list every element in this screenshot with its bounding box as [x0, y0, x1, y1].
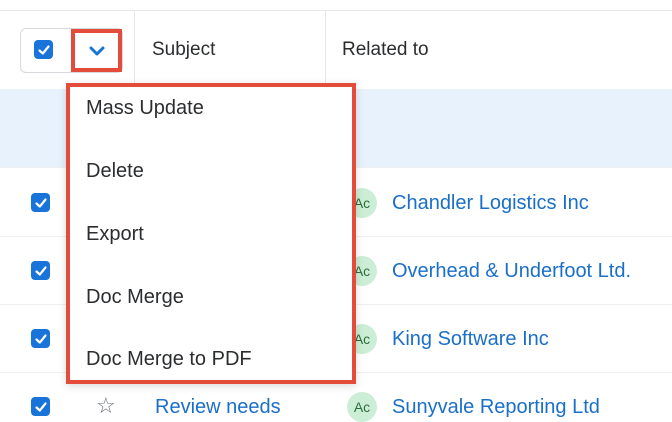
- row-checkbox[interactable]: [31, 397, 50, 416]
- chevron-down-icon: [89, 46, 104, 55]
- mass-actions-menu: Mass Update Delete Export Doc Merge Doc …: [66, 83, 356, 384]
- row-checkbox[interactable]: [31, 193, 50, 212]
- check-icon: [37, 44, 50, 55]
- row-checkbox[interactable]: [31, 329, 50, 348]
- menu-item-doc-merge-pdf[interactable]: Doc Merge to PDF: [86, 348, 252, 371]
- check-icon: [34, 197, 47, 208]
- avatar: Ac: [347, 392, 377, 422]
- subject-column-header[interactable]: Subject: [152, 39, 215, 61]
- menu-item-delete[interactable]: Delete: [86, 160, 144, 183]
- related-to-column-header[interactable]: Related to: [342, 39, 429, 61]
- check-icon: [34, 401, 47, 412]
- column-divider: [325, 11, 326, 89]
- menu-item-doc-merge[interactable]: Doc Merge: [86, 286, 184, 309]
- star-icon[interactable]: ☆: [96, 393, 116, 419]
- mass-actions-dropdown-button[interactable]: [71, 29, 122, 72]
- check-icon: [34, 265, 47, 276]
- check-icon: [34, 333, 47, 344]
- related-to-link[interactable]: Sunyvale Reporting Ltd: [392, 396, 600, 419]
- related-to-link[interactable]: King Software Inc: [392, 328, 549, 351]
- menu-item-export[interactable]: Export: [86, 223, 144, 246]
- subject-link[interactable]: Review needs: [155, 396, 281, 419]
- select-all-checkbox[interactable]: [34, 40, 53, 59]
- related-to-link[interactable]: Chandler Logistics Inc: [392, 192, 589, 215]
- row-checkbox[interactable]: [31, 261, 50, 280]
- menu-item-mass-update[interactable]: Mass Update: [86, 97, 204, 120]
- related-to-link[interactable]: Overhead & Underfoot Ltd.: [392, 260, 631, 283]
- column-divider: [134, 11, 135, 89]
